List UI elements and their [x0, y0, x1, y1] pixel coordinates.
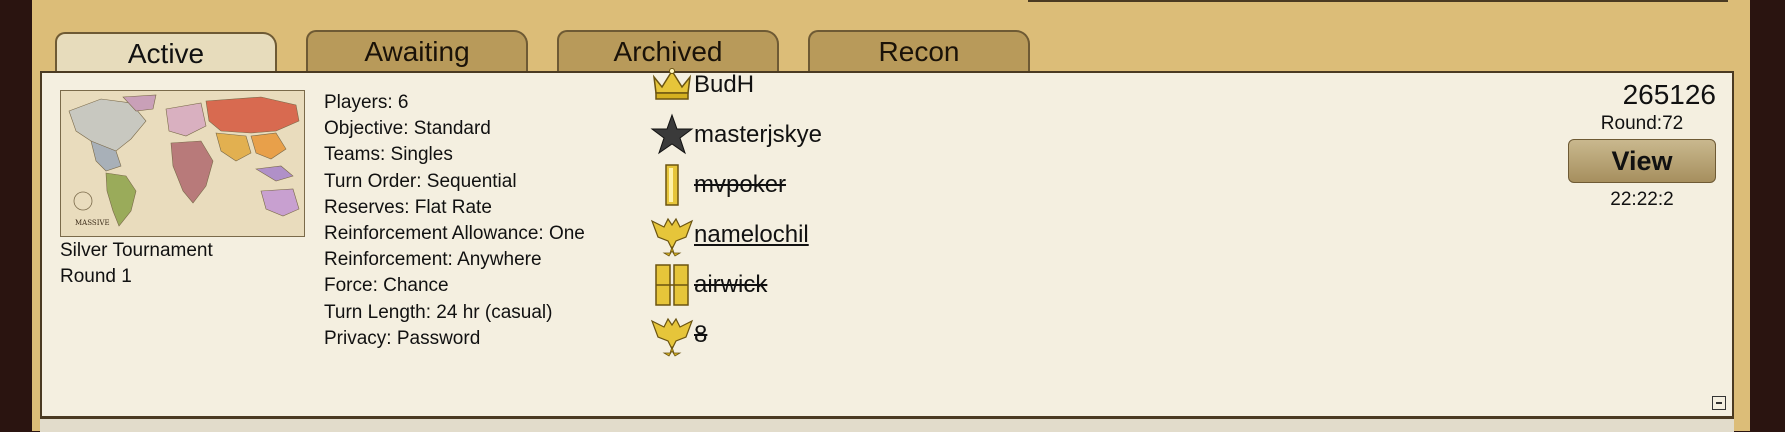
setting-reinforcement: Reinforcement: Anywhere: [324, 249, 542, 271]
player-name[interactable]: airwick: [694, 271, 767, 299]
tournament-name: Silver Tournament: [60, 240, 213, 261]
game-id: 265126: [1622, 79, 1716, 110]
tab-active[interactable]: Active: [55, 32, 277, 76]
crown-icon: [650, 63, 694, 107]
setting-turn-order: Turn Order: Sequential: [324, 170, 517, 192]
game-settings: Players: 6 Objective: Standard Teams: Si…: [324, 90, 585, 352]
next-row-edge: [40, 418, 1734, 432]
map-caption: Silver Tournament Round 1: [60, 238, 213, 290]
setting-privacy: Privacy: Password: [324, 327, 481, 349]
setting-reserves: Reserves: Flat Rate: [324, 196, 492, 218]
tournament-round: Round 1: [60, 266, 132, 287]
player-name[interactable]: namelochil: [694, 221, 809, 249]
setting-teams: Teams: Singles: [324, 144, 453, 166]
collapse-icon[interactable]: [1712, 396, 1726, 410]
map-image: MASSIVE: [61, 91, 304, 236]
setting-objective: Objective: Standard: [324, 118, 491, 140]
setting-force: Force: Chance: [324, 275, 449, 297]
double-bar-icon: [650, 263, 694, 307]
eagle-icon: [650, 313, 694, 357]
setting-turn-length: Turn Length: 24 hr (casual): [324, 301, 553, 323]
setting-reinforcement-allowance: Reinforcement Allowance: One: [324, 223, 585, 245]
game-info: 265126 Round:72 View 22:22:2: [1562, 79, 1722, 211]
star-icon: [650, 113, 694, 157]
player-name[interactable]: 8: [694, 321, 707, 349]
tab-recon[interactable]: Recon: [808, 30, 1030, 74]
game-row: MASSIVE Silver Tournament Round 1 Player…: [40, 68, 1734, 418]
single-bar-icon: [650, 163, 694, 207]
eagle-icon: [650, 213, 694, 257]
turn-timer: 22:22:2: [1610, 189, 1674, 210]
player-name[interactable]: BudH: [694, 71, 754, 99]
map-logo-text: MASSIVE: [75, 219, 110, 227]
player-name[interactable]: mvpoker: [694, 171, 786, 199]
map-thumbnail[interactable]: MASSIVE: [60, 90, 305, 237]
round-number: Round:72: [1600, 113, 1684, 134]
top-border: [1028, 0, 1728, 2]
setting-players: Players: 6: [324, 92, 409, 113]
tab-awaiting[interactable]: Awaiting: [306, 30, 528, 74]
player-name[interactable]: masterjskye: [694, 121, 822, 149]
view-button[interactable]: View: [1568, 139, 1716, 183]
